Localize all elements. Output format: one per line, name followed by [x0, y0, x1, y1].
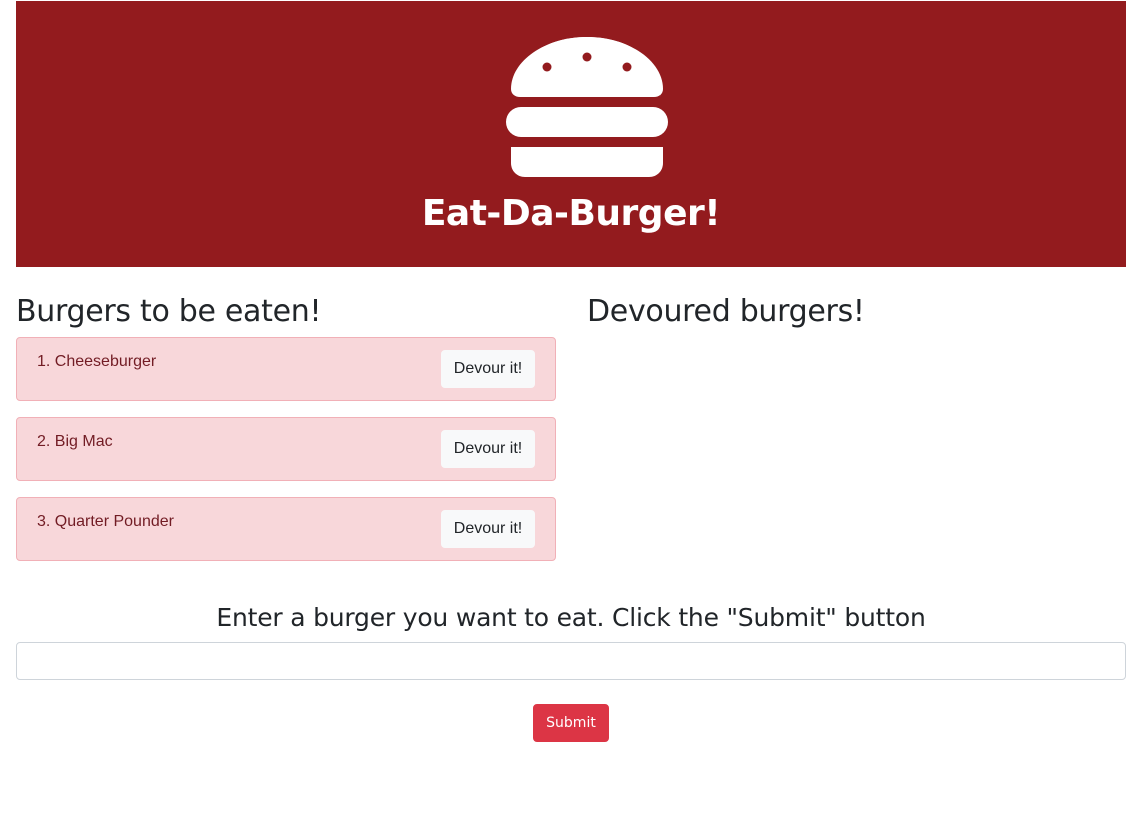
to-eat-list: 1. Cheeseburger Devour it! 2. Big Mac De…: [16, 337, 556, 577]
burger-name: 3. Quarter Pounder: [37, 513, 174, 530]
devour-button[interactable]: Devour it!: [441, 510, 535, 548]
burger-form-label: Enter a burger you want to eat. Click th…: [216, 603, 926, 632]
submit-button[interactable]: Submit: [533, 704, 609, 742]
burger-list-item: 3. Quarter Pounder Devour it!: [16, 497, 556, 561]
burger-name: 2. Big Mac: [37, 433, 113, 450]
burger-name: 1. Cheeseburger: [37, 353, 157, 370]
devoured-heading: Devoured burgers!: [587, 294, 865, 329]
burger-icon: [506, 37, 668, 177]
app-title: Eat-Da-Burger!: [421, 193, 721, 234]
burger-list-item: 2. Big Mac Devour it!: [16, 417, 556, 481]
devour-button[interactable]: Devour it!: [441, 350, 535, 388]
devour-button[interactable]: Devour it!: [441, 430, 535, 468]
page: Eat-Da-Burger! Burgers to be eaten! Devo…: [0, 0, 1146, 830]
to-eat-heading: Burgers to be eaten!: [16, 294, 322, 329]
burger-name-input[interactable]: [16, 642, 1126, 680]
header-banner: Eat-Da-Burger!: [16, 1, 1126, 267]
burger-list-item: 1. Cheeseburger Devour it!: [16, 337, 556, 401]
